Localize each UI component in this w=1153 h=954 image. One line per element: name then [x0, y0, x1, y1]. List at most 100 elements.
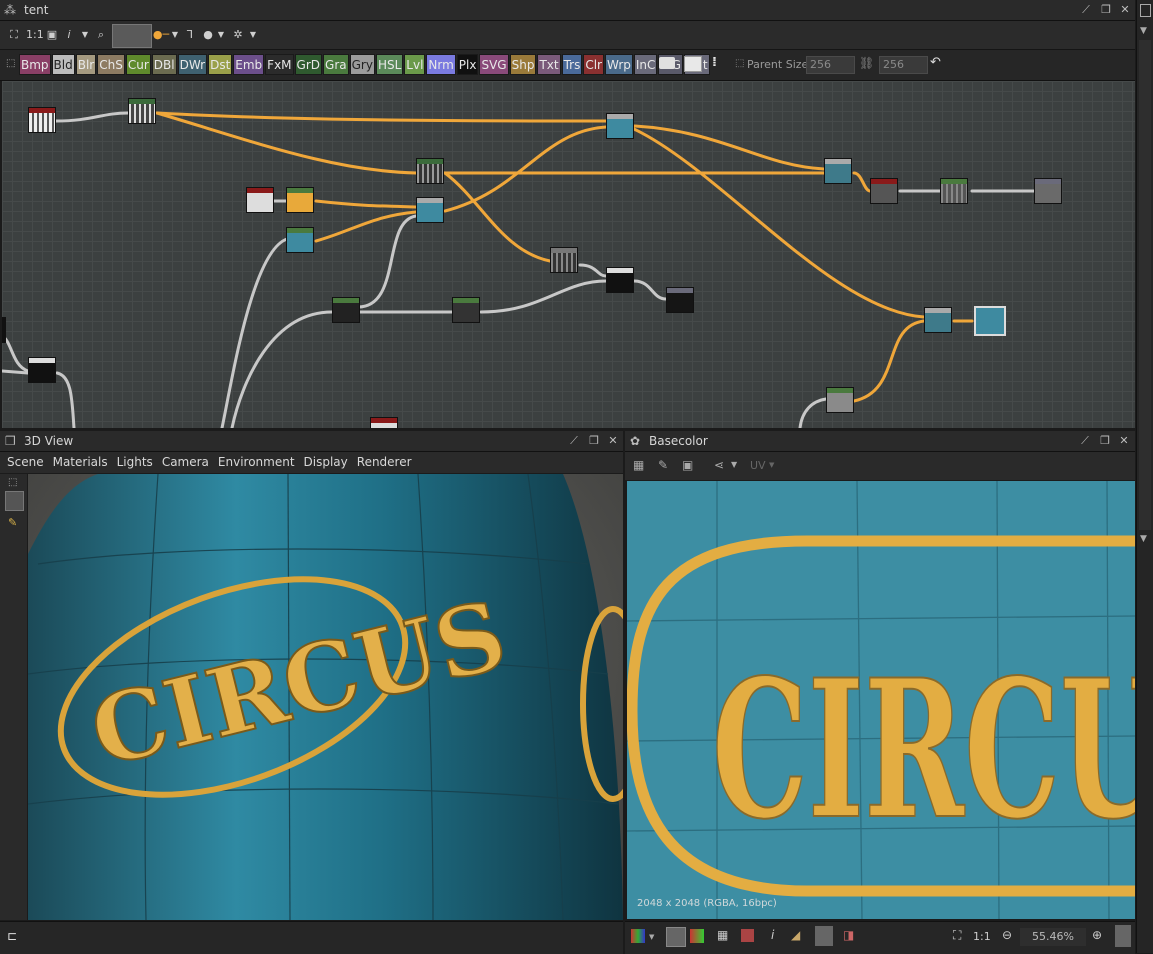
atomic-node-chip[interactable]: Shp: [509, 54, 537, 75]
atomic-node-chip[interactable]: InC: [633, 54, 658, 75]
camera-tool-icon[interactable]: [5, 491, 24, 511]
fit-icon[interactable]: ⛶: [953, 928, 961, 943]
graph-node[interactable]: [332, 297, 360, 323]
graph-node[interactable]: [416, 197, 444, 223]
zoom-in-icon[interactable]: ⊕: [1092, 928, 1102, 942]
channels-dropdown-icon[interactable]: ▼: [649, 933, 654, 941]
zoom-percent-field[interactable]: 55.46%: [1020, 928, 1086, 946]
atomic-node-chip[interactable]: Bld: [51, 54, 75, 75]
color-swatch-icon[interactable]: [690, 929, 704, 943]
atomic-node-chip[interactable]: Nrm: [426, 54, 456, 75]
atomic-node-chip[interactable]: Clr: [583, 54, 604, 75]
expand-icon[interactable]: ⬚: [8, 477, 17, 488]
graph-node[interactable]: [128, 98, 156, 124]
graph-node[interactable]: [246, 187, 274, 213]
graph-node[interactable]: [924, 307, 952, 333]
export-icon[interactable]: ✎: [658, 458, 668, 472]
graph-node[interactable]: [370, 417, 398, 428]
camera-icon[interactable]: ▣: [44, 26, 60, 44]
doc-icon[interactable]: [1140, 4, 1151, 17]
link-style-icon[interactable]: ●─: [152, 26, 170, 44]
graph-node[interactable]: [286, 227, 314, 253]
graph-node[interactable]: [826, 387, 854, 413]
reset-icon[interactable]: ↶: [930, 55, 941, 70]
close-icon[interactable]: ✕: [605, 433, 621, 449]
frame-icon[interactable]: [684, 56, 702, 72]
link-icon[interactable]: ⛓: [859, 56, 874, 70]
graph-node[interactable]: [2, 317, 6, 343]
uv-dropdown-icon[interactable]: ▼: [769, 461, 774, 469]
open-library-icon[interactable]: ⬚: [6, 58, 15, 69]
atomic-node-chip[interactable]: Txt: [537, 54, 561, 75]
info-icon[interactable]: i: [64, 26, 74, 44]
channels-icon[interactable]: [631, 929, 645, 943]
scroll-down-arrow[interactable]: ▼: [1140, 534, 1147, 544]
float-icon[interactable]: ❐: [1098, 2, 1114, 18]
graph-node[interactable]: [870, 178, 898, 204]
fit-icon[interactable]: ⛶: [6, 26, 22, 44]
link-style-dropdown-icon[interactable]: ▼: [170, 26, 180, 44]
atomic-node-chip[interactable]: Gra: [323, 54, 349, 75]
menu-camera[interactable]: Camera: [162, 455, 209, 469]
rgb-toggle-icon[interactable]: [815, 926, 833, 946]
bake-dropdown-icon[interactable]: ▼: [216, 26, 226, 44]
pin-icon[interactable]: ⟋: [1078, 2, 1094, 18]
graph-node[interactable]: [28, 357, 56, 383]
snapshot-icon[interactable]: ▣: [682, 458, 693, 472]
graph-node[interactable]: [824, 158, 852, 184]
zoom-ratio-button[interactable]: 1:1: [26, 26, 44, 44]
atomic-node-chip[interactable]: Lvl: [404, 54, 426, 75]
graph-node[interactable]: [452, 297, 480, 323]
basecolor-viewport[interactable]: CIRCUS 2048 x 2048 (RGBA, 16bpc): [627, 481, 1135, 919]
zoom-ratio[interactable]: 1:1: [973, 930, 991, 943]
atomic-node-chip[interactable]: HSL: [375, 54, 404, 75]
close-icon[interactable]: ✕: [1116, 433, 1132, 449]
atomic-node-chip[interactable]: Cur: [125, 54, 151, 75]
graph-node[interactable]: [666, 287, 694, 313]
share-dropdown-icon[interactable]: ▼: [731, 460, 737, 469]
pin-icon[interactable]: ⟋: [1077, 433, 1093, 449]
atomic-node-chip[interactable]: Trs: [561, 54, 583, 75]
alpha-checker-icon[interactable]: [666, 927, 686, 947]
atomic-node-chip[interactable]: Emb: [233, 54, 265, 75]
scroll-up-arrow[interactable]: ▼: [1140, 26, 1147, 36]
close-icon[interactable]: ✕: [1117, 2, 1133, 18]
grid-icon[interactable]: ▦: [717, 928, 728, 942]
float-icon[interactable]: ❐: [586, 433, 602, 449]
scrollbar-thumb[interactable]: [1139, 40, 1151, 530]
output-node-selected[interactable]: [974, 306, 1006, 336]
graph-node[interactable]: [606, 267, 634, 293]
comment-icon[interactable]: [659, 57, 675, 69]
parent-size-height-field[interactable]: 256: [879, 56, 928, 74]
graph-node[interactable]: [1034, 178, 1062, 204]
scene-tree-icon[interactable]: ⊏: [7, 929, 17, 943]
graph-canvas[interactable]: [2, 81, 1135, 428]
float-icon[interactable]: ❐: [1097, 433, 1113, 449]
search-icon[interactable]: ⌕: [93, 26, 109, 44]
atomic-node-chip[interactable]: Dst: [208, 54, 233, 75]
snap-toggle[interactable]: [112, 24, 152, 48]
atomic-node-chip[interactable]: GrD: [294, 54, 323, 75]
parent-size-width-field[interactable]: 256: [806, 56, 855, 74]
atomic-node-chip[interactable]: Bmp: [19, 54, 51, 75]
atomic-node-chip[interactable]: FxM: [265, 54, 294, 75]
share-icon[interactable]: ⋖: [714, 458, 724, 472]
atomic-node-chip[interactable]: ChS: [97, 54, 125, 75]
graph-node[interactable]: [416, 158, 444, 184]
graph-node[interactable]: [606, 113, 634, 139]
menu-lights[interactable]: Lights: [117, 455, 153, 469]
atomic-node-chip[interactable]: Gry: [349, 54, 375, 75]
color-profile-icon[interactable]: ◨: [843, 928, 854, 942]
view3d-viewport[interactable]: CIRCUS: [28, 474, 623, 920]
menu-scene[interactable]: Scene: [7, 455, 44, 469]
menu-display[interactable]: Display: [304, 455, 348, 469]
graph-node[interactable]: [940, 178, 968, 204]
gear-dropdown-icon[interactable]: ▼: [248, 26, 258, 44]
info-dropdown-icon[interactable]: ▼: [80, 26, 90, 44]
layers-icon[interactable]: ▦: [633, 458, 644, 472]
graph-node[interactable]: [286, 187, 314, 213]
histogram-icon[interactable]: ◢: [791, 928, 800, 942]
atomic-node-chip[interactable]: DBl: [151, 54, 177, 75]
tiling-icon[interactable]: [741, 929, 754, 942]
graph-node[interactable]: [28, 107, 56, 133]
